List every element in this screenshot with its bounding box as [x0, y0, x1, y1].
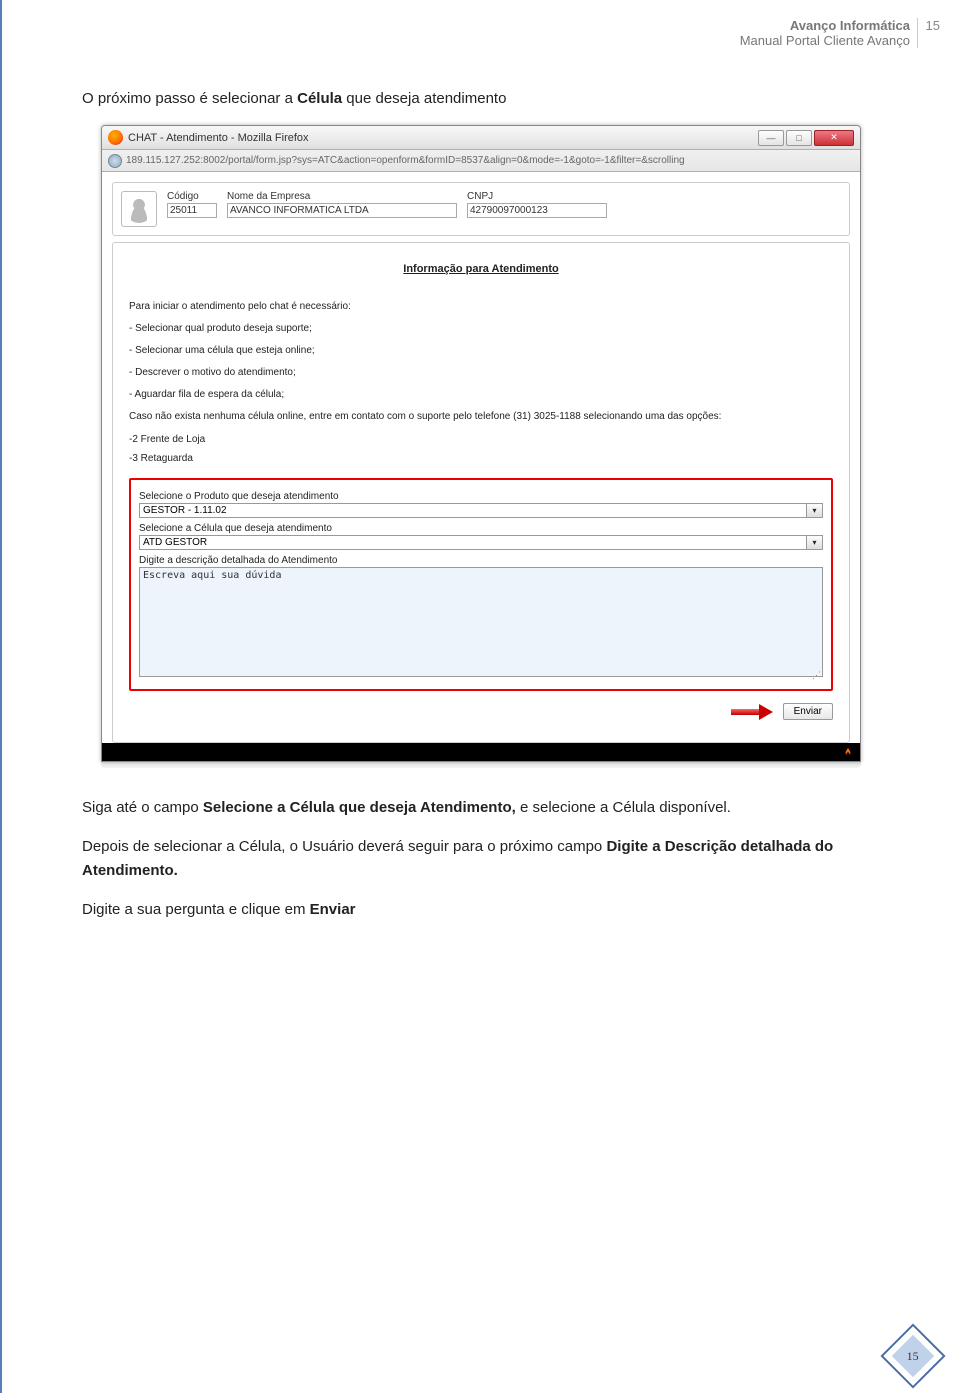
- instr-b4: - Aguardar fila de espera da célula;: [129, 385, 833, 404]
- company-fields: Código Nome da Empresa CNPJ: [167, 191, 841, 218]
- body-p1-c: e selecione a Célula disponível.: [520, 799, 731, 816]
- body-p1: Siga até o campo Selecione a Célula que …: [82, 796, 880, 819]
- empresa-input[interactable]: [227, 203, 457, 218]
- empresa-label: Nome da Empresa: [227, 191, 457, 202]
- body-text-block: Siga até o campo Selecione a Célula que …: [82, 796, 880, 921]
- maximize-button[interactable]: □: [786, 130, 812, 146]
- enviar-button[interactable]: Enviar: [783, 703, 833, 720]
- body-p1-a: Siga até o campo: [82, 799, 203, 816]
- body-p3-b: Enviar: [310, 901, 356, 918]
- window-title: CHAT - Atendimento - Mozilla Firefox: [128, 132, 758, 144]
- body-p3: Digite a sua pergunta e clique em Enviar: [82, 898, 880, 921]
- celula-select: ▾: [139, 535, 823, 550]
- instr-b3: - Descrever o motivo do atendimento;: [129, 363, 833, 382]
- window-shadow: [101, 762, 861, 768]
- header-company: Avanço Informática: [790, 18, 910, 33]
- globe-icon: [108, 154, 122, 168]
- body-p1-b: Selecione a Célula que deseja Atendiment…: [203, 799, 520, 816]
- empresa-field: Nome da Empresa: [227, 191, 457, 218]
- cnpj-input[interactable]: [467, 203, 607, 218]
- browser-window: CHAT - Atendimento - Mozilla Firefox — □…: [101, 125, 861, 762]
- minimize-button[interactable]: —: [758, 130, 784, 146]
- produto-select: ▾: [139, 503, 823, 518]
- avatar-icon: [121, 191, 157, 227]
- body-p3-a: Digite a sua pergunta e clique em: [82, 901, 310, 918]
- celula-input[interactable]: [139, 535, 807, 550]
- instr-contact: Caso não exista nenhuma célula online, e…: [129, 407, 833, 426]
- page-corner-ornament: 15: [890, 1333, 936, 1379]
- instr-b2: - Selecionar uma célula que esteja onlin…: [129, 341, 833, 360]
- intro-bold: Célula: [297, 90, 346, 107]
- header-manual: Manual Portal Cliente Avanço: [740, 33, 910, 48]
- produto-label: Selecione o Produto que deseja atendimen…: [139, 491, 823, 502]
- status-bar: [102, 743, 860, 761]
- codigo-label: Código: [167, 191, 217, 202]
- descricao-textarea[interactable]: Escreva aqui sua dúvida: [139, 567, 823, 677]
- instr-options: -2 Frente de Loja -3 Retaguarda: [129, 430, 833, 468]
- instruction-block: Para iniciar o atendimento pelo chat é n…: [129, 297, 833, 468]
- cnpj-label: CNPJ: [467, 191, 607, 202]
- codigo-input[interactable]: [167, 203, 217, 218]
- produto-dropdown-button[interactable]: ▾: [807, 503, 823, 518]
- instr-opt1: -2 Frente de Loja: [129, 430, 833, 449]
- produto-input[interactable]: [139, 503, 807, 518]
- body-p2-a: Depois de selecionar a Célula, o Usuário…: [82, 838, 606, 855]
- celula-label: Selecione a Célula que deseja atendiment…: [139, 523, 823, 534]
- close-button[interactable]: ✕: [814, 130, 854, 146]
- page-content: Código Nome da Empresa CNPJ Informação p…: [102, 172, 860, 743]
- codigo-field: Código: [167, 191, 217, 218]
- firefox-icon: [108, 130, 123, 145]
- celula-dropdown-button[interactable]: ▾: [807, 535, 823, 550]
- url-text: 189.115.127.252:8002/portal/form.jsp?sys…: [126, 155, 854, 166]
- instr-b1: - Selecionar qual produto deseja suporte…: [129, 319, 833, 338]
- page-number-bottom: 15: [907, 1349, 919, 1364]
- window-buttons: — □ ✕: [758, 130, 854, 146]
- instr-opt2: -3 Retaguarda: [129, 449, 833, 468]
- descricao-label: Digite a descrição detalhada do Atendime…: [139, 555, 823, 566]
- arrow-icon: [731, 705, 777, 719]
- page-header: Avanço Informática Manual Portal Cliente…: [740, 18, 910, 48]
- send-row: Enviar: [129, 691, 833, 728]
- page-number-top: 15: [917, 18, 940, 48]
- highlighted-form-box: Selecione o Produto que deseja atendimen…: [129, 478, 833, 691]
- instr-intro: Para iniciar o atendimento pelo chat é n…: [129, 297, 833, 316]
- body-p2: Depois de selecionar a Célula, o Usuário…: [82, 835, 880, 882]
- company-info-panel: Código Nome da Empresa CNPJ: [112, 182, 850, 236]
- flame-icon: [842, 746, 854, 758]
- document-page: Avanço Informática Manual Portal Cliente…: [0, 0, 960, 1393]
- intro-text: O próximo passo é selecionar a Célula qu…: [82, 90, 880, 107]
- address-bar: 189.115.127.252:8002/portal/form.jsp?sys…: [102, 150, 860, 172]
- cnpj-field: CNPJ: [467, 191, 607, 218]
- info-section-title: Informação para Atendimento: [129, 263, 833, 275]
- main-panel: Informação para Atendimento Para iniciar…: [112, 242, 850, 743]
- window-titlebar: CHAT - Atendimento - Mozilla Firefox — □…: [102, 126, 860, 150]
- intro-prefix: O próximo passo é selecionar a: [82, 90, 297, 107]
- intro-suffix: que deseja atendimento: [346, 90, 506, 107]
